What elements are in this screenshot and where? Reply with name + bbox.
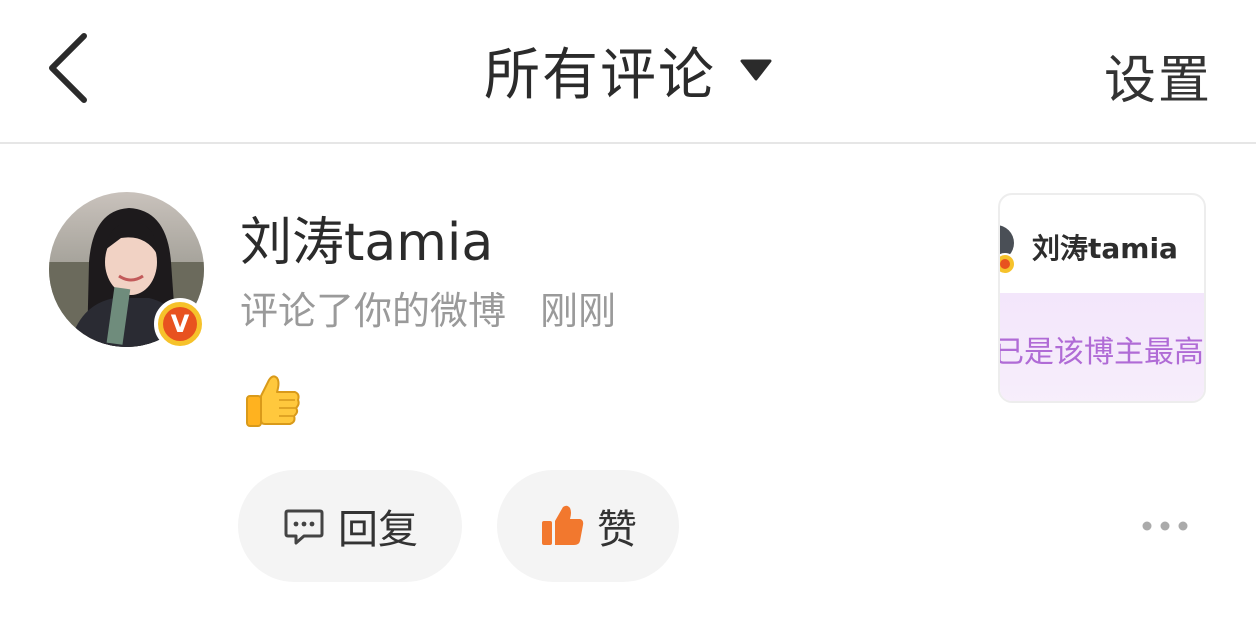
like-label: 赞 [597,507,637,553]
timestamp: 刚刚 [540,289,617,333]
page-title: 所有评论 [484,42,716,108]
like-button[interactable]: 赞 [497,470,679,582]
card-body: 已是该博主最高等 [998,293,1204,401]
action-text: 评论了你的微博 [240,289,507,333]
card-username: 刘涛tamia [1032,232,1178,265]
more-options-icon[interactable] [1140,516,1190,536]
top-bar: 所有评论 设置 [0,0,1256,144]
card-header: 刘涛tamia [1000,195,1204,293]
reply-label: 回复 [338,507,418,553]
weibo-preview-card[interactable]: 刘涛tamia 已是该博主最高等 [998,193,1206,403]
title-dropdown[interactable]: 所有评论 [0,0,1256,140]
username[interactable]: 刘涛tamia [240,200,493,275]
comment-icon [284,509,324,545]
like-icon [542,505,584,545]
settings-button[interactable]: 设置 [1104,38,1212,113]
card-verified-badge-icon [1000,253,1016,275]
caret-down-icon [740,59,772,81]
card-text: 已是该博主最高等 [998,335,1204,370]
comment-meta: 评论了你的微博 刚刚 [240,280,616,335]
verified-badge-icon: V [154,298,206,350]
thumbs-up-emoji-icon [246,375,300,427]
reply-button[interactable]: 回复 [238,470,462,582]
